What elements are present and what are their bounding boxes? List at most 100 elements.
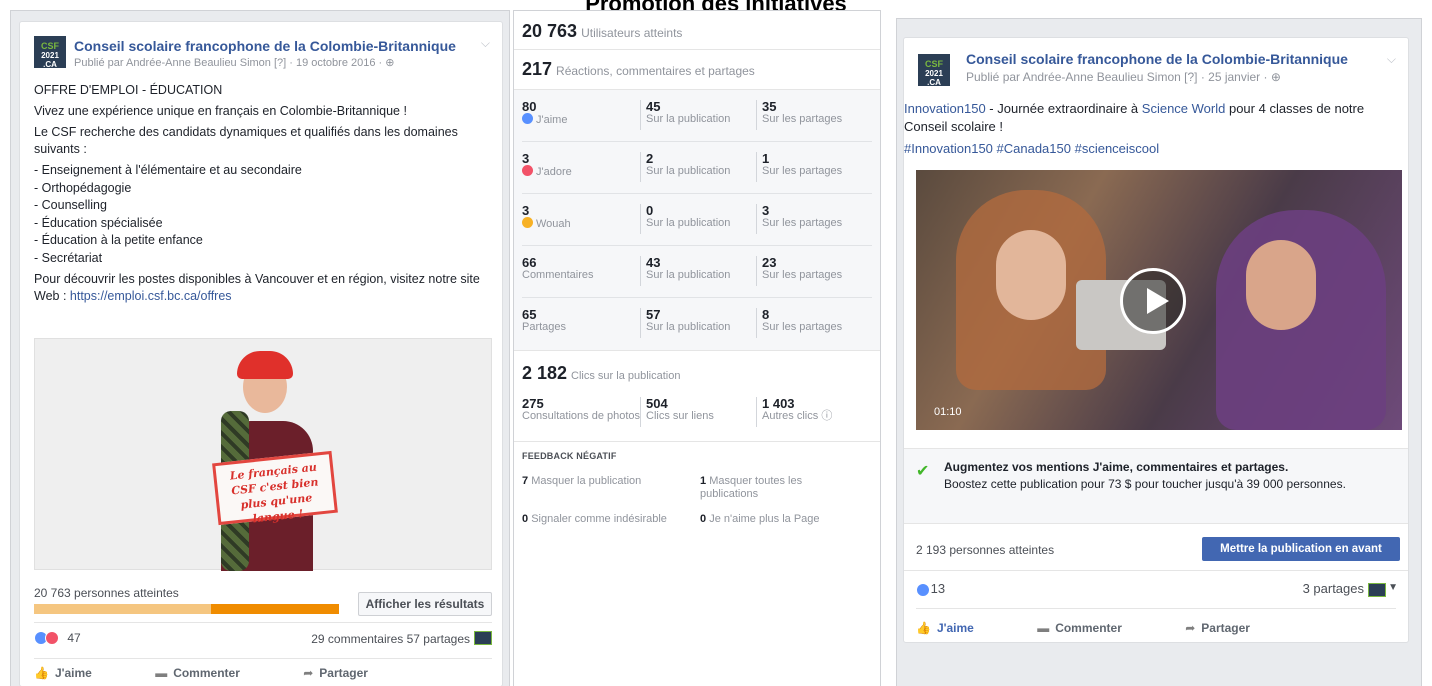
love-reaction-icon[interactable] (45, 630, 59, 645)
divider (34, 658, 492, 659)
page-avatar-selector[interactable] (1368, 583, 1386, 597)
comments-shares-count[interactable]: 29 commentaires 57 partages (311, 632, 470, 646)
post-line: Le CSF recherche des candidats dynamique… (34, 125, 458, 156)
reach-row: 20 763 personnes atteintes Afficher les … (34, 578, 492, 620)
like-reaction-icon (916, 582, 930, 597)
page-name-link[interactable]: Conseil scolaire francophone de la Colom… (74, 38, 456, 54)
list-item: - Orthopédagogie (34, 180, 132, 195)
video-face (996, 230, 1066, 320)
info-icon[interactable]: ⓘ (821, 410, 832, 422)
stats-row-likes: 80 J'aime 45 Sur la publication 35 Sur les … (514, 90, 880, 142)
post-heading: OFFRE D'EMPLOI - ÉDUCATION (34, 83, 223, 97)
reach-text: 20 763 personnes atteintes (34, 586, 179, 600)
comment-button[interactable]: ▬ Commenter (1037, 621, 1152, 635)
divider (34, 622, 492, 623)
jobs-link[interactable]: https://emploi.csf.bc.ca/offres (70, 289, 232, 303)
list-item: - Secrétariat (34, 250, 103, 265)
photo-sign: Le français au CSF c'est bien plus qu'un… (212, 450, 338, 525)
page-logo[interactable]: CSF 2021 .CA (918, 54, 950, 87)
thumbs-up-icon: 👍 (34, 666, 49, 680)
like-button[interactable]: 👍 J'aime (34, 666, 122, 680)
divider (514, 441, 880, 442)
video-duration: 01:10 (934, 406, 962, 418)
thumbs-up-icon: 👍 (916, 621, 931, 635)
right-post: CSF 2021 .CA Conseil scolaire francophone … (903, 37, 1409, 643)
science-world-link[interactable]: Science World (1142, 101, 1226, 116)
wow-icon (522, 217, 533, 228)
post-options-chevron-icon[interactable]: ⌵ (1387, 52, 1396, 67)
globe-icon: ⊕ (385, 57, 395, 69)
negative-unlike-page: 0 Je n'aime plus la Page (700, 513, 820, 525)
video-face (1246, 240, 1316, 330)
reach-text: 2 193 personnes atteintes (916, 543, 1055, 557)
reactions-row[interactable]: 13 (916, 581, 945, 597)
comment-button[interactable]: ▬ Commenter (155, 666, 270, 680)
reaction-count[interactable]: 47 (67, 631, 80, 645)
list-item: - Éducation à la petite enfance (34, 233, 203, 247)
clicks-breakdown: 275 Consultations de photos 504 Clics sur … (514, 387, 880, 439)
left-post: CSF 2021 .CA Conseil scolaire francophone … (19, 21, 503, 686)
post-clicks-total: 2 182 Clics sur la publication (522, 363, 681, 383)
stats-row-shares: 65 Partages 57 Sur la publication 8 Sur les… (514, 298, 880, 350)
divider (904, 570, 1408, 571)
negative-report-spam: 0 Signaler comme indésirable (522, 513, 667, 525)
post-text: Innovation150 - Journée extraordinaire à… (904, 100, 1404, 158)
like-button[interactable]: 👍 J'aime (916, 621, 1004, 635)
love-icon (522, 165, 533, 176)
divider (514, 49, 880, 50)
innovation150-link[interactable]: Innovation150 (904, 101, 986, 116)
share-button[interactable]: ➦ Partager (303, 666, 398, 680)
divider (916, 608, 1396, 609)
post-insights-panel: 20 763 Utilisateurs atteints 217 Réactions… (513, 10, 881, 686)
engagement-grid: 80 J'aime 45 Sur la publication 35 Sur les … (514, 89, 880, 351)
post-text: OFFRE D'EMPLOI - ÉDUCATION Vivez une exp… (34, 82, 494, 309)
boost-suggestion: ✔ Augmentez vos mentions J'aime, comment… (904, 448, 1408, 524)
show-results-button[interactable]: Afficher les résultats (358, 592, 492, 616)
reach-bar-paid (210, 604, 339, 614)
post-line: Vivez une expérience unique en français … (34, 104, 407, 118)
post-actions: 👍 J'aime ▬ Commenter ➦ Partager (916, 621, 1310, 635)
stats-row-comments: 66 Commentaires 43 Sur la publication 23 Su… (514, 246, 880, 298)
post-options-chevron-icon[interactable]: ⌵ (481, 36, 490, 51)
boost-text: Augmentez vos mentions J'aime, commentai… (944, 460, 1346, 491)
negative-hide-post: 7 Masquer la publication (522, 475, 642, 487)
negative-hide-all: 1 Masquer toutes les publications (700, 475, 803, 500)
post-line: Pour découvrir les postes disponibles à … (34, 272, 480, 303)
domain-list: - Enseignement à l'élémentaire et au sec… (34, 162, 494, 267)
play-icon[interactable] (1120, 268, 1186, 334)
reactions-row: 47 29 commentaires 57 partages (34, 630, 492, 652)
photo-helmet (237, 351, 293, 379)
post-video[interactable]: 01:10 (916, 170, 1402, 430)
share-arrow-icon: ➦ (1185, 621, 1196, 635)
list-item: - Éducation spécialisée (34, 215, 163, 230)
post-byline: Publié par Andrée-Anne Beaulieu Simon [?… (966, 70, 1281, 84)
chevron-down-icon[interactable]: ▼ (1388, 582, 1398, 593)
share-button[interactable]: ➦ Partager (1185, 621, 1280, 635)
stats-row-wow: 3 Wouah 0 Sur la publication 3 Sur les part… (514, 194, 880, 246)
post-photo[interactable]: Le français au CSF c'est bien plus qu'un… (34, 338, 492, 571)
engagement-total: 217 Réactions, commentaires et partages (522, 59, 755, 79)
list-item: - Counselling (34, 198, 107, 212)
page-name-link[interactable]: Conseil scolaire francophone de la Colom… (966, 51, 1348, 67)
like-icon (522, 113, 533, 124)
page-avatar-selector[interactable] (474, 631, 492, 645)
post-byline: Publié par Andrée-Anne Beaulieu Simon [?… (74, 57, 395, 69)
post-actions: 👍 J'aime ▬ Commenter ➦ Partager (34, 666, 428, 680)
share-arrow-icon: ➦ (303, 666, 314, 680)
left-post-frame: CSF 2021 .CA Conseil scolaire francophone … (10, 10, 510, 686)
stats-row-loves: 3 J'adore 2 Sur la publication 1 Sur les pa… (514, 142, 880, 194)
negative-feedback-title: FEEDBACK NÉGATIF (522, 451, 617, 461)
hashtags[interactable]: #Innovation150 #Canada150 #scienceiscool (904, 140, 1404, 158)
boost-post-button[interactable]: Mettre la publication en avant (1202, 537, 1400, 561)
reach-bar-organic (34, 604, 211, 614)
right-post-frame: CSF 2021 .CA Conseil scolaire francophone … (896, 18, 1422, 686)
page-logo[interactable]: CSF 2021 .CA (34, 36, 66, 69)
users-reached: 20 763 Utilisateurs atteints (522, 21, 683, 41)
globe-icon: ⊕ (1270, 70, 1281, 84)
list-item: - Enseignement à l'élémentaire et au sec… (34, 163, 302, 177)
post-description: Innovation150 - Journée extraordinaire à… (904, 101, 1365, 134)
checkmark-icon: ✔ (916, 463, 930, 480)
shares-count[interactable]: 3 partages (1303, 581, 1364, 596)
comment-icon: ▬ (155, 666, 168, 680)
comment-icon: ▬ (1037, 621, 1050, 635)
